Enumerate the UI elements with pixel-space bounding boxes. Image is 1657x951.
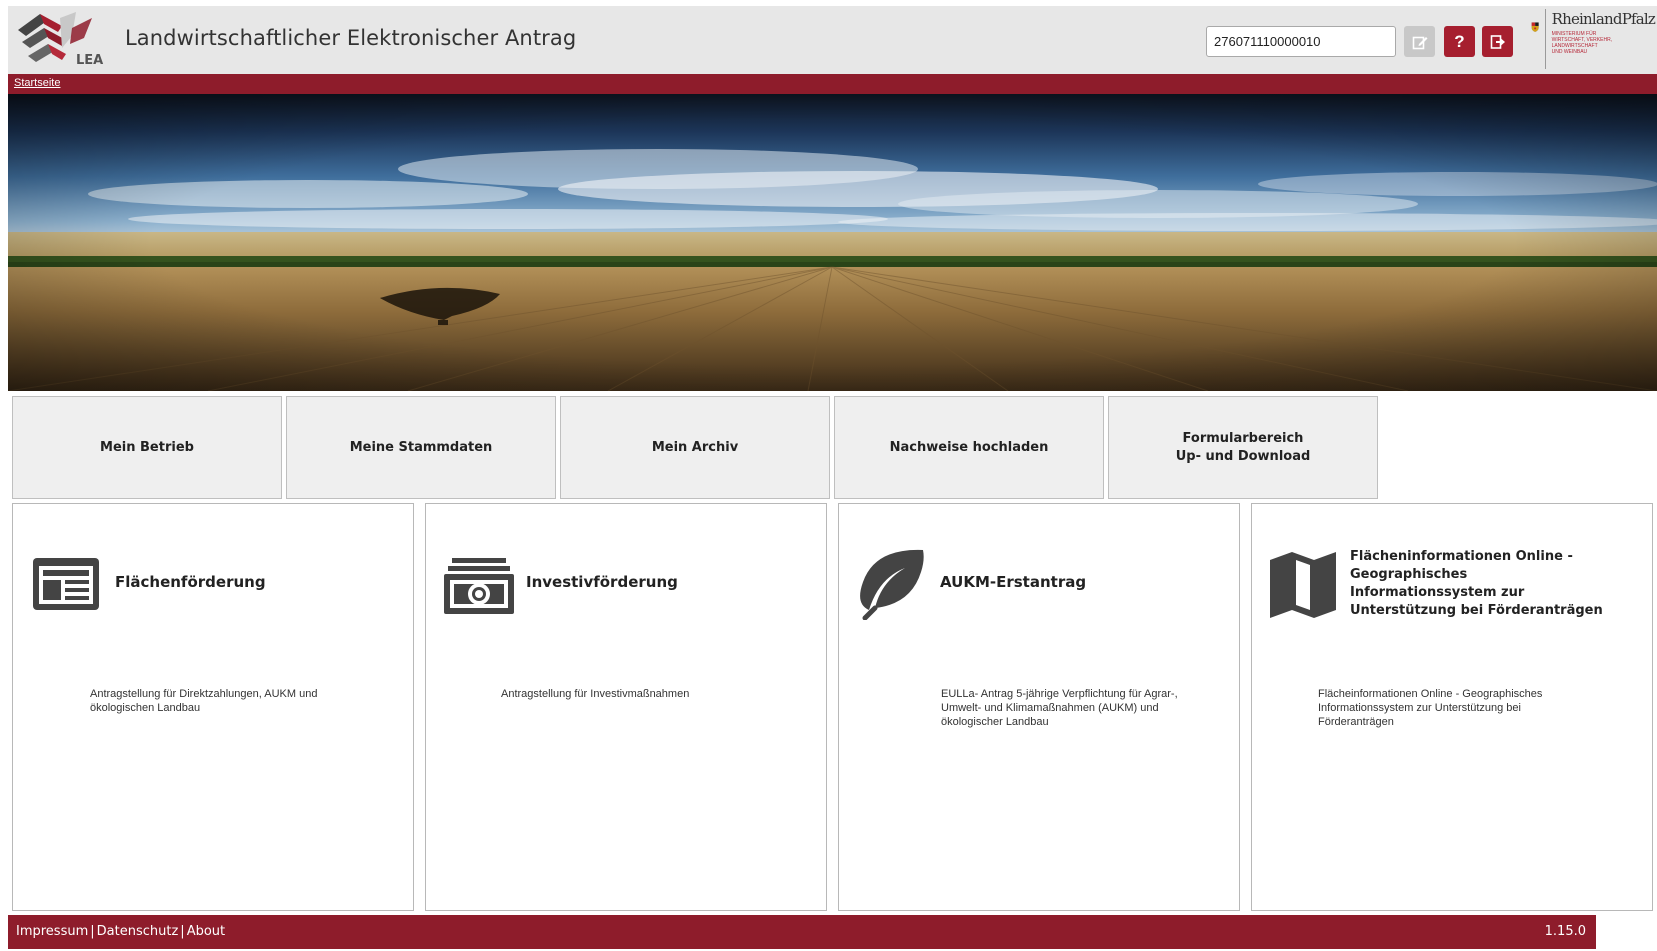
footer-separator: | [90,924,95,939]
card-aukm-erstantrag[interactable]: AUKM-Erstantrag EULLa- Antrag 5-jährige … [838,503,1240,911]
state-crest-icon [1531,22,1539,32]
about-link[interactable]: About [187,924,225,939]
breadcrumb-home-link[interactable]: Startseite [14,77,60,89]
logout-icon [1490,34,1505,49]
help-button[interactable]: ? [1444,26,1475,57]
card-description: EULLa- Antrag 5-jährige Verpflichtung fü… [941,688,1178,728]
tile-nachweise-hochladen[interactable]: Nachweise hochladen [834,396,1104,499]
leaf-icon [855,548,927,624]
map-icon [1268,550,1338,624]
card-title: Investivförderung [526,573,678,591]
tile-mein-archiv[interactable]: Mein Archiv [560,396,830,499]
impressum-link[interactable]: Impressum [16,924,88,939]
lea-logo[interactable]: LEA [14,8,110,70]
card-flaechenfoerderung[interactable]: Flächenförderung Antragstellung für Dire… [12,503,414,911]
footer-separator: | [180,924,185,939]
card-description: Antragstellung für Investivmaßnahmen [501,688,690,700]
tile-label: Formularbereich Up- und Download [1175,430,1311,464]
tile-meine-stammdaten[interactable]: Meine Stammdaten [286,396,556,499]
card-flaecheninformationen-online[interactable]: Flächeninformationen Online - Geographis… [1251,503,1653,911]
datenschutz-link[interactable]: Datenschutz [97,924,179,939]
edit-icon [1412,36,1427,49]
logout-button[interactable] [1482,26,1513,57]
app-footer: Impressum | Datenschutz | About 1.15.0 [8,915,1596,949]
app-header: LEA Landwirtschaftlicher Elektronischer … [8,6,1657,74]
card-description: Flächeinformationen Online - Geographisc… [1318,688,1543,728]
hero-banner [8,94,1657,391]
app-version: 1.15.0 [1544,924,1586,939]
card-description: Antragstellung für Direktzahlungen, AUKM… [90,688,318,714]
tile-formularbereich[interactable]: Formularbereich Up- und Download [1108,396,1378,499]
client-number-input[interactable] [1206,26,1396,57]
state-name: RheinlandPfalz [1551,10,1656,28]
tile-label: Mein Betrieb [100,439,194,455]
tile-mein-betrieb[interactable]: Mein Betrieb [12,396,282,499]
breadcrumb: Startseite [8,74,1657,94]
newspaper-icon [31,556,101,616]
edit-client-button[interactable] [1404,26,1435,57]
card-title: AUKM-Erstantrag [940,573,1087,591]
app-title: Landwirtschaftlicher Elektronischer Antr… [125,26,577,50]
money-icon [442,556,516,620]
card-title: Flächeninformationen Online - Geographis… [1350,549,1603,618]
footer-links: Impressum | Datenschutz | About [16,924,225,939]
tile-label: Mein Archiv [651,439,739,455]
card-investivfoerderung[interactable]: Investivförderung Antragstellung für Inv… [425,503,827,911]
navigation-tiles: Mein Betrieb Meine Stammdaten Mein Archi… [12,396,1383,499]
lea-logo-text: LEA [76,53,103,68]
card-title: Flächenförderung [115,573,266,591]
rheinland-pfalz-logo: RheinlandPfalz MINISTERIUM FÜR WIRTSCHAF… [1531,6,1656,72]
field-landscape-image [8,94,1657,391]
tile-label: Meine Stammdaten [349,439,493,455]
ministry-name: MINISTERIUM FÜR WIRTSCHAFT, VERKEHR, LAN… [1551,31,1613,55]
tile-label: Nachweise hochladen [889,439,1049,455]
